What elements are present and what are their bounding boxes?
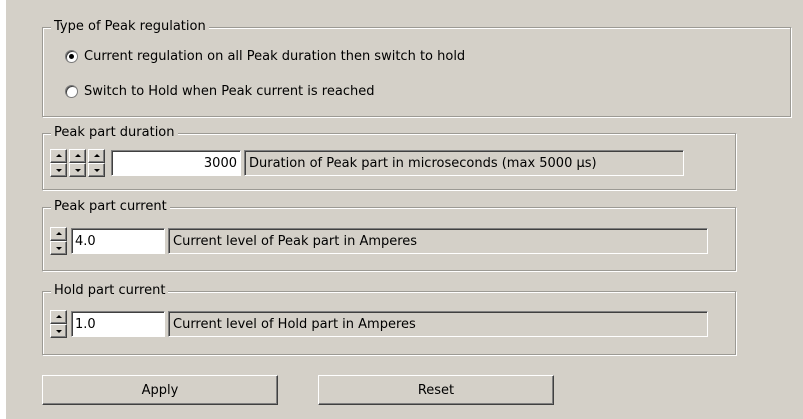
peak-duration-spinner-2[interactable] <box>69 149 86 177</box>
hold-current-group: Hold part current 1.0 Current level of H… <box>42 283 737 356</box>
peak-current-description: Current level of Peak part in Amperes <box>168 228 708 254</box>
hold-current-input[interactable]: 1.0 <box>71 311 165 337</box>
peak-duration-description: Duration of Peak part in microseconds (m… <box>244 150 684 176</box>
spin-down-arrow-icon[interactable] <box>50 163 67 177</box>
spin-up-arrow-icon[interactable] <box>69 149 86 163</box>
peak-duration-legend: Peak part duration <box>51 125 178 141</box>
peak-current-group: Peak part current 4.0 Current level of P… <box>42 199 737 272</box>
apply-button-label: Apply <box>141 382 179 398</box>
peak-duration-spinner-3[interactable] <box>88 149 105 177</box>
spin-down-arrow-icon[interactable] <box>50 241 67 255</box>
peak-duration-description-text: Duration of Peak part in microseconds (m… <box>249 155 597 171</box>
spin-up-arrow-icon[interactable] <box>50 149 67 163</box>
peak-regulation-legend: Type of Peak regulation <box>51 19 209 35</box>
hold-current-spinner[interactable] <box>50 310 67 338</box>
hold-current-value: 1.0 <box>75 316 96 332</box>
left-edge-strip <box>0 0 6 419</box>
peak-current-spinner[interactable] <box>50 227 67 255</box>
reset-button[interactable]: Reset <box>318 375 554 405</box>
peak-duration-value: 3000 <box>203 155 237 171</box>
radio-label-switch-to-hold: Switch to Hold when Peak current is reac… <box>84 84 375 99</box>
peak-hold-settings-panel: Type of Peak regulation Current regulati… <box>0 0 803 419</box>
radio-selected-icon[interactable] <box>65 50 78 63</box>
spin-up-arrow-icon[interactable] <box>50 227 67 241</box>
spin-up-arrow-icon[interactable] <box>50 310 67 324</box>
spin-down-arrow-icon[interactable] <box>69 163 86 177</box>
peak-duration-input[interactable]: 3000 <box>111 150 241 176</box>
hold-current-legend: Hold part current <box>51 283 169 299</box>
peak-duration-group: Peak part duration 3000 Duration of Peak… <box>42 125 737 191</box>
apply-button[interactable]: Apply <box>42 375 278 405</box>
peak-current-value: 4.0 <box>75 233 96 249</box>
radio-option-switch-to-hold[interactable]: Switch to Hold when Peak current is reac… <box>65 84 374 99</box>
radio-unselected-icon[interactable] <box>65 85 78 98</box>
peak-regulation-group: Type of Peak regulation Current regulati… <box>42 19 792 118</box>
peak-current-input[interactable]: 4.0 <box>71 228 165 254</box>
peak-duration-spinner-1[interactable] <box>50 149 67 177</box>
spin-up-arrow-icon[interactable] <box>88 149 105 163</box>
spin-down-arrow-icon[interactable] <box>50 324 67 338</box>
peak-current-description-text: Current level of Peak part in Amperes <box>173 233 418 249</box>
peak-current-legend: Peak part current <box>51 199 170 215</box>
reset-button-label: Reset <box>417 382 455 398</box>
hold-current-description: Current level of Hold part in Amperes <box>168 311 708 337</box>
hold-current-row: 1.0 Current level of Hold part in Ampere… <box>50 310 708 338</box>
spin-down-arrow-icon[interactable] <box>88 163 105 177</box>
radio-label-current-regulation: Current regulation on all Peak duration … <box>84 49 466 64</box>
peak-duration-row: 3000 Duration of Peak part in microsecon… <box>50 149 684 177</box>
hold-current-description-text: Current level of Hold part in Amperes <box>173 316 416 332</box>
peak-current-row: 4.0 Current level of Peak part in Ampere… <box>50 227 708 255</box>
radio-option-current-regulation[interactable]: Current regulation on all Peak duration … <box>65 49 465 64</box>
